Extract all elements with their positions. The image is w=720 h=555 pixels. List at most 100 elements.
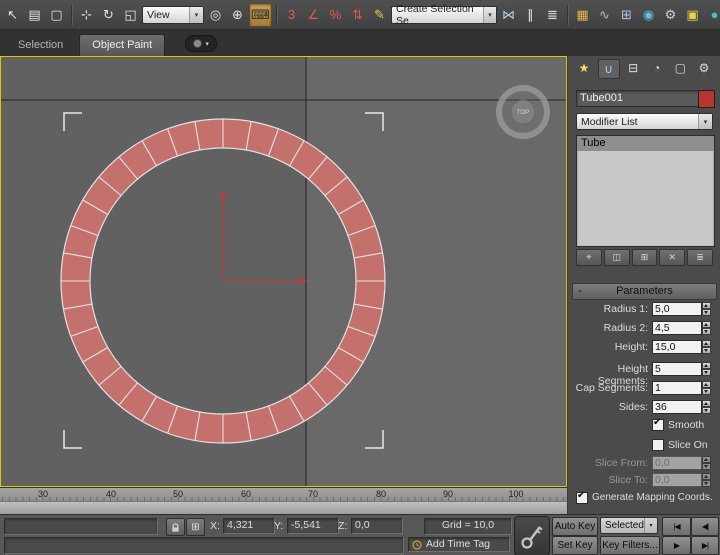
radius1-field[interactable]: 5,0 xyxy=(652,302,702,316)
keyboard-shortcut-override-icon[interactable]: ⌨ xyxy=(249,3,272,27)
sides-field[interactable]: 36 xyxy=(652,400,702,414)
mirror-icon[interactable]: ⋈ xyxy=(498,4,519,26)
z-coordinate-field[interactable]: 0,0 xyxy=(351,518,403,534)
select-and-move-icon[interactable]: ⊹ xyxy=(76,4,97,26)
select-and-manipulate-icon[interactable]: ⊕ xyxy=(227,4,248,26)
track-bar[interactable] xyxy=(0,501,567,514)
time-ruler[interactable]: 30 40 50 60 70 80 90 100 xyxy=(0,487,567,501)
set-key-button[interactable]: Set Key xyxy=(552,536,598,555)
graphite-ribbon-toggle-icon[interactable]: ▦ xyxy=(572,4,593,26)
pin-stack-icon[interactable]: ⌖ xyxy=(576,249,602,266)
chevron-down-icon[interactable]: ▾ xyxy=(644,518,657,533)
key-filters-button[interactable]: Key Filters... xyxy=(600,536,660,555)
use-pivot-point-center-icon[interactable]: ◎ xyxy=(205,4,226,26)
nav-ball-label: TOP xyxy=(517,110,529,116)
height-segments-field[interactable]: 5 xyxy=(652,362,702,376)
modifier-list-dropdown[interactable]: Modifier List ▾ xyxy=(576,113,713,130)
radius2-field[interactable]: 4,5 xyxy=(652,321,702,335)
ribbon-tab-object-paint[interactable]: Object Paint xyxy=(79,34,165,56)
cap-segments-field[interactable]: 1 xyxy=(652,381,702,395)
viewport-top[interactable]: TOP xyxy=(0,56,567,487)
reference-coordinate-dropdown[interactable]: View ▾ xyxy=(142,6,204,24)
render-setup-icon[interactable]: ⚙ xyxy=(660,4,681,26)
motion-tab-icon[interactable]: ◔ xyxy=(647,59,667,77)
y-coordinate-field[interactable]: -5,541 xyxy=(287,518,339,534)
chevron-down-icon[interactable]: ▾ xyxy=(189,7,203,23)
select-by-name-icon[interactable]: ▤ xyxy=(24,4,45,26)
chevron-down-icon[interactable]: ▾ xyxy=(698,114,712,129)
play-button[interactable]: ▶ xyxy=(662,536,691,555)
height-segments-spinner[interactable] xyxy=(702,362,711,376)
go-to-start-button[interactable]: |◀ xyxy=(662,517,691,536)
utilities-tab-icon[interactable]: ⚙ xyxy=(694,59,714,77)
align-icon[interactable]: ∥ xyxy=(520,4,541,26)
sides-spinner[interactable] xyxy=(702,400,711,414)
selection-lock-toggle[interactable] xyxy=(166,518,185,536)
radius2-spinner[interactable] xyxy=(702,321,711,335)
modifier-stack-item-tube[interactable]: Tube xyxy=(577,136,714,151)
layer-manager-icon[interactable]: ≣ xyxy=(542,4,563,26)
param-row: Radius 1: 5,0 xyxy=(568,302,720,316)
modify-tab-icon[interactable]: ∪ xyxy=(598,59,620,79)
ribbon-options-icon xyxy=(193,39,202,48)
curve-editor-icon[interactable]: ∿ xyxy=(594,4,615,26)
x-coordinate-field[interactable]: 4,321 xyxy=(223,518,275,534)
modifier-stack[interactable]: Tube xyxy=(576,135,715,247)
rendered-frame-icon[interactable]: ▣ xyxy=(682,4,703,26)
spinner-snap-icon[interactable]: ⇅ xyxy=(347,4,368,26)
key-filter-set-dropdown[interactable]: Selected ▾ xyxy=(600,517,658,534)
ribbon-tab-selection[interactable]: Selection xyxy=(6,35,75,56)
create-tab-icon[interactable]: ★ xyxy=(574,59,594,77)
rectangular-selection-region-icon[interactable]: ▢ xyxy=(46,4,67,26)
configure-modifier-sets-icon[interactable]: ≣ xyxy=(687,249,713,266)
smooth-checkbox[interactable]: ✔ Smooth xyxy=(652,418,704,431)
object-name-field[interactable]: Tube001 xyxy=(576,90,700,107)
material-editor-icon[interactable]: ◉ xyxy=(638,4,659,26)
chevron-down-icon[interactable]: ▾ xyxy=(483,7,496,23)
object-color-swatch[interactable] xyxy=(698,90,715,108)
snap-toggle-3d-icon[interactable]: 3 xyxy=(281,4,302,26)
select-object-icon[interactable]: ↖ xyxy=(2,4,23,26)
ribbon-display-options-button[interactable]: ▾ xyxy=(185,35,217,52)
generate-mapping-coords-checkbox[interactable]: ✔ Generate Mapping Coords. xyxy=(576,491,713,504)
auto-key-button[interactable]: Auto Key xyxy=(552,517,598,536)
previous-frame-button[interactable]: ◀| xyxy=(691,517,719,536)
display-tab-icon[interactable]: ▢ xyxy=(670,59,690,77)
radius1-spinner[interactable] xyxy=(702,302,711,316)
toolbar-divider xyxy=(276,5,277,25)
sides-label: Sides: xyxy=(568,401,648,413)
view-navigation-ball[interactable]: TOP xyxy=(499,88,547,136)
height-spinner[interactable] xyxy=(702,340,711,354)
hierarchy-tab-icon[interactable]: ⊟ xyxy=(623,59,643,77)
go-to-end-button[interactable]: ▶| xyxy=(691,536,719,555)
status-prompt-line-2 xyxy=(4,537,404,554)
collapse-icon[interactable]: - xyxy=(578,284,582,298)
add-time-tag-field[interactable]: Add Time Tag xyxy=(408,537,510,552)
remove-modifier-icon[interactable]: ✕ xyxy=(659,249,685,266)
generate-mapping-label: Generate Mapping Coords. xyxy=(592,492,713,503)
edit-named-selection-sets-icon[interactable]: ✎ xyxy=(369,4,390,26)
schematic-view-icon[interactable]: ⊞ xyxy=(616,4,637,26)
percent-snap-icon[interactable]: % xyxy=(325,4,346,26)
select-and-scale-icon[interactable]: ◱ xyxy=(120,4,141,26)
param-row: Slice To: 0,0 xyxy=(568,473,720,487)
make-unique-icon[interactable]: ⊞ xyxy=(632,249,658,266)
viewport-canvas[interactable]: TOP xyxy=(1,57,566,486)
radius1-label: Radius 1: xyxy=(568,303,648,315)
smooth-checkbox-box[interactable]: ✔ xyxy=(652,419,664,431)
absolute-mode-transform-toggle[interactable]: ⊞ xyxy=(186,518,205,536)
parameters-rollout-header[interactable]: - Parameters xyxy=(572,283,717,300)
set-keys-button[interactable] xyxy=(514,516,550,555)
angle-snap-icon[interactable]: ∠ xyxy=(303,4,324,26)
show-end-result-icon[interactable]: ◫ xyxy=(604,249,630,266)
slice-on-checkbox-box[interactable] xyxy=(652,439,664,451)
named-selection-sets-dropdown[interactable]: Create Selection Se ▾ xyxy=(391,6,497,24)
select-and-rotate-icon[interactable]: ↻ xyxy=(98,4,119,26)
slice-on-checkbox[interactable]: Slice On xyxy=(652,438,708,451)
param-row: Slice From: 0,0 xyxy=(568,456,720,470)
generate-mapping-checkbox-box[interactable]: ✔ xyxy=(576,492,588,504)
height-field[interactable]: 15,0 xyxy=(652,340,702,354)
3ds-max-window: ↖ ▤ ▢ ⊹ ↻ ◱ View ▾ ◎ ⊕ ⌨ 3 ∠ % ⇅ ✎ Creat… xyxy=(0,0,720,555)
cap-segments-spinner[interactable] xyxy=(702,381,711,395)
render-production-icon[interactable]: ● xyxy=(704,4,720,26)
